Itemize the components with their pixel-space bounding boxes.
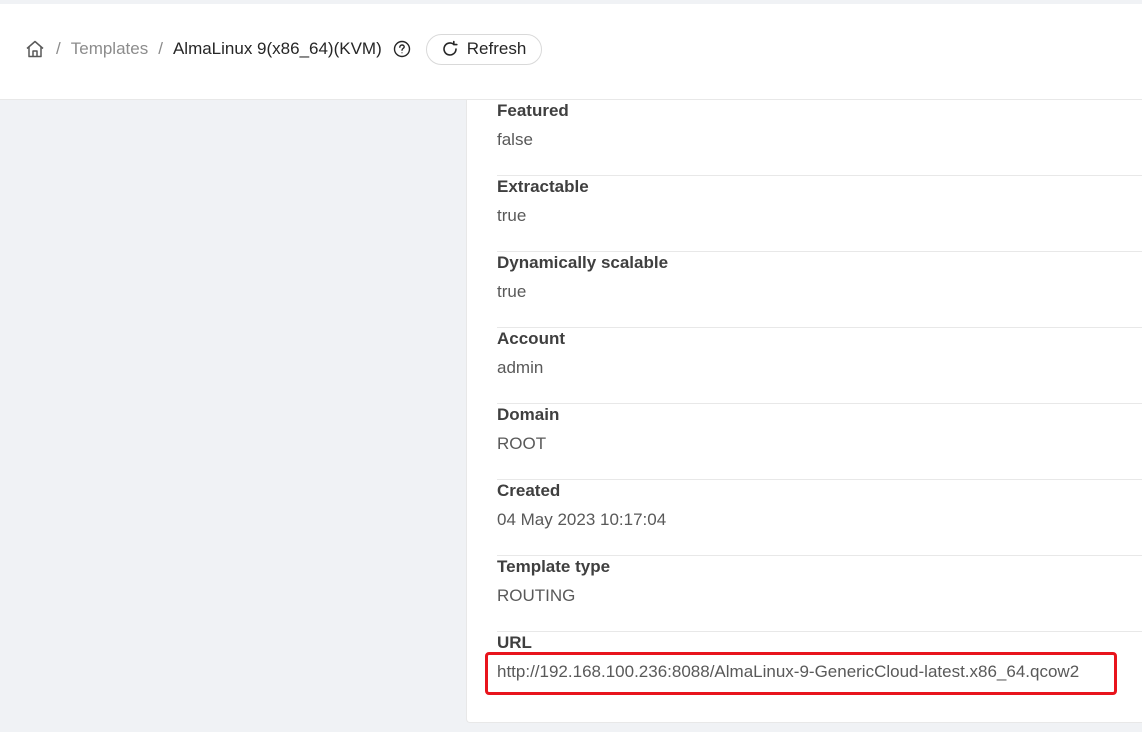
template-details-panel: Featured false Extractable true Dynamica… [466,100,1142,723]
detail-label: Domain [497,405,560,424]
detail-label: Extractable [497,177,589,196]
question-circle-icon[interactable] [392,39,412,59]
detail-value: admin [497,358,544,377]
detail-label: Dynamically scalable [497,253,669,272]
detail-url-value[interactable]: http://192.168.100.236:8088/AlmaLinux-9-… [497,662,1079,682]
detail-label: Featured [497,101,569,120]
page-header: / Templates / AlmaLinux 9(x86_64)(KVM) R… [0,4,1142,100]
home-icon[interactable] [24,38,46,60]
detail-dynamically-scalable: Dynamically scalable true [497,252,1142,328]
detail-value: true [497,206,527,225]
detail-value: true [497,282,527,301]
detail-label: Template type [497,557,611,576]
detail-list: Featured false Extractable true Dynamica… [485,100,1142,708]
breadcrumb-separator: / [158,39,163,58]
refresh-label: Refresh [466,39,527,58]
breadcrumb-separator: / [56,39,61,58]
detail-label: Created [497,481,561,500]
refresh-button[interactable]: Refresh [425,33,543,65]
detail-value: false [497,130,533,149]
detail-label: URL [497,633,532,652]
reload-icon [441,40,459,58]
detail-value: ROOT [497,434,547,453]
detail-domain: Domain ROOT [497,404,1142,480]
breadcrumb-templates-link[interactable]: Templates [71,39,148,59]
detail-extractable: Extractable true [497,176,1142,252]
breadcrumb: / Templates / AlmaLinux 9(x86_64)(KVM) R… [24,33,543,65]
detail-value: ROUTING [497,586,576,605]
detail-template-type: Template type ROUTING [497,556,1142,632]
detail-label: Account [497,329,565,348]
detail-account: Account admin [497,328,1142,404]
breadcrumb-current: AlmaLinux 9(x86_64)(KVM) [172,39,382,58]
detail-url: URL http://192.168.100.236:8088/AlmaLinu… [485,632,1142,708]
detail-featured: Featured false [497,100,1142,176]
detail-value: 04 May 2023 10:17:04 [497,510,667,529]
detail-created: Created 04 May 2023 10:17:04 [497,480,1142,556]
